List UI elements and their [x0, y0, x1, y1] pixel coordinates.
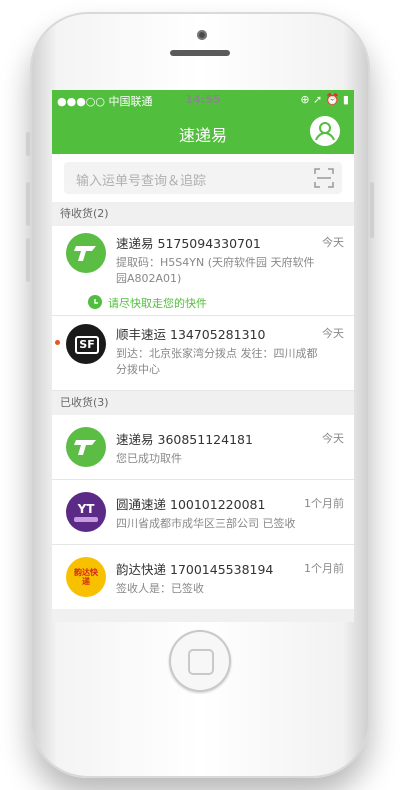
item-detail: 四川省成都市成华区三部公司 已签收	[116, 517, 296, 530]
item-title: 韵达快递 1700145538194	[116, 562, 274, 577]
power-button	[370, 182, 374, 238]
status-bar: ●●●○○ 中国联通 14:55 ⊕ ➚ ⏰ ▮	[52, 90, 354, 110]
list-item[interactable]: 速递易 360851124181 今天 您已成功取件	[52, 415, 354, 480]
unread-dot	[55, 340, 60, 345]
status-icons: ⊕ ➚ ⏰ ▮	[300, 93, 349, 106]
parcel-icon	[74, 246, 96, 261]
list-item[interactable]: SF 顺丰速运 134705281310 今天 到达：北京张家湾分拨点 发往：四…	[52, 316, 354, 391]
item-detail: 提取码：H5S4YN (天府软件园 天府软件 园A802A01)	[116, 256, 315, 285]
home-button[interactable]	[169, 630, 231, 692]
item-time: 1个月前	[304, 562, 344, 575]
express-logo	[66, 233, 106, 273]
mute-switch	[26, 132, 30, 156]
user-icon	[315, 122, 335, 141]
profile-button[interactable]	[310, 116, 340, 146]
pending-section-header: 待收货(2)	[52, 202, 354, 226]
clock-icon	[88, 295, 102, 309]
search-placeholder: 输入运单号查询＆追踪	[76, 174, 207, 189]
received-section-header: 已收货(3)	[52, 391, 354, 415]
item-detail: 到达：北京张家湾分拨点 发往：四川成都 分拨中心	[116, 347, 318, 376]
scan-icon[interactable]	[314, 168, 334, 188]
express-logo: SF	[66, 324, 106, 364]
item-title: 圆通速递 100101220081	[116, 497, 266, 512]
express-logo: 韵达快递	[66, 557, 106, 597]
pickup-hint: 请尽快取走您的快件	[108, 297, 207, 310]
express-logo: YT	[66, 492, 106, 532]
item-time: 今天	[322, 327, 344, 340]
item-title: 速递易 5175094330701	[116, 236, 261, 251]
page-title: 速递易	[178, 126, 227, 145]
earpiece-speaker	[170, 50, 230, 56]
item-time: 今天	[322, 432, 344, 445]
front-camera	[197, 30, 207, 40]
search-input[interactable]: 输入运单号查询＆追踪	[64, 162, 342, 194]
parcel-icon	[74, 440, 96, 455]
search-area: 输入运单号查询＆追踪	[52, 154, 354, 202]
nav-bar: 速递易	[52, 110, 354, 154]
app-screen: ●●●○○ 中国联通 14:55 ⊕ ➚ ⏰ ▮ 速递易 输入运单号查询＆追踪 …	[52, 90, 354, 622]
express-logo	[66, 427, 106, 467]
item-time: 1个月前	[304, 497, 344, 510]
volume-up-button	[26, 182, 30, 226]
item-title: 速递易 360851124181	[116, 432, 253, 447]
item-detail: 您已成功取件	[116, 452, 182, 465]
item-time: 今天	[322, 236, 344, 249]
list-item[interactable]: 速递易 5175094330701 今天 提取码：H5S4YN (天府软件园 天…	[52, 226, 354, 316]
volume-down-button	[26, 238, 30, 282]
list-item[interactable]: YT 圆通速递 100101220081 1个月前 四川省成都市成华区三部公司 …	[52, 480, 354, 545]
item-detail: 签收人是：已签收	[116, 582, 204, 595]
item-title: 顺丰速运 134705281310	[116, 327, 266, 342]
list-item[interactable]: 韵达快递 韵达快递 1700145538194 1个月前 签收人是：已签收	[52, 545, 354, 609]
